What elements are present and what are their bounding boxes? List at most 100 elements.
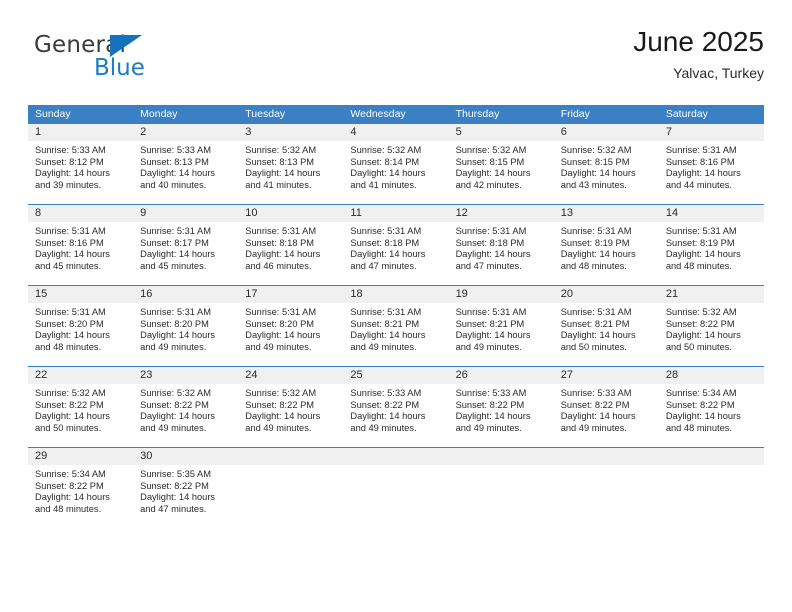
day-details [238, 465, 344, 528]
day-number-band: 4 [343, 124, 449, 141]
day-details: Sunrise: 5:31 AM Sunset: 8:21 PM Dayligh… [553, 303, 659, 366]
day-cell[interactable]: 1 Sunrise: 5:33 AM Sunset: 8:12 PM Dayli… [28, 124, 134, 204]
day-cell[interactable]: 11 Sunrise: 5:31 AM Sunset: 8:18 PM Dayl… [343, 205, 449, 285]
sunset-text: Sunset: 8:19 PM [665, 237, 735, 248]
daylight-text-line1: Daylight: 14 hours [665, 330, 741, 341]
day-cell[interactable]: 27 Sunrise: 5:33 AM Sunset: 8:22 PM Dayl… [553, 367, 659, 447]
day-cell[interactable]: 12 Sunrise: 5:31 AM Sunset: 8:18 PM Dayl… [448, 205, 554, 285]
day-details: Sunrise: 5:31 AM Sunset: 8:17 PM Dayligh… [133, 222, 239, 285]
day-number: 4 [350, 126, 357, 138]
day-cell[interactable]: 29 Sunrise: 5:34 AM Sunset: 8:22 PM Dayl… [28, 448, 134, 528]
day-cell[interactable]: 4 Sunrise: 5:32 AM Sunset: 8:14 PM Dayli… [343, 124, 449, 204]
day-cell[interactable]: 22 Sunrise: 5:32 AM Sunset: 8:22 PM Dayl… [28, 367, 134, 447]
daylight-text-line1: Daylight: 14 hours [140, 168, 216, 179]
day-number: 23 [140, 369, 153, 381]
daylight-text-line1: Daylight: 14 hours [665, 168, 741, 179]
day-cell[interactable]: 14 Sunrise: 5:31 AM Sunset: 8:19 PM Dayl… [658, 205, 764, 285]
day-cell[interactable]: 21 Sunrise: 5:32 AM Sunset: 8:22 PM Dayl… [658, 286, 764, 366]
day-number: 11 [350, 207, 362, 219]
day-number-band: 23 [133, 367, 239, 384]
sunrise-text: Sunrise: 5:35 AM [140, 469, 211, 479]
week-row: 8 Sunrise: 5:31 AM Sunset: 8:16 PM Dayli… [28, 204, 764, 285]
sunrise-text: Sunrise: 5:32 AM [245, 145, 317, 155]
day-details [658, 465, 764, 528]
sunrise-text: Sunrise: 5:31 AM [245, 307, 317, 317]
daylight-text-line1: Daylight: 14 hours [35, 249, 110, 260]
sunset-text: Sunset: 8:16 PM [665, 156, 735, 167]
masthead: General Blue June 2025 Yalvac, Turkey [28, 26, 764, 96]
day-cell[interactable]: 3 Sunrise: 5:32 AM Sunset: 8:13 PM Dayli… [238, 124, 344, 204]
sunrise-text: Sunrise: 5:31 AM [35, 226, 106, 236]
daylight-text-line1: Daylight: 14 hours [350, 249, 426, 260]
day-cell[interactable]: 8 Sunrise: 5:31 AM Sunset: 8:16 PM Dayli… [28, 205, 134, 285]
day-number: 28 [665, 369, 679, 381]
day-details: Sunrise: 5:33 AM Sunset: 8:22 PM Dayligh… [448, 384, 554, 447]
sunrise-text: Sunrise: 5:31 AM [35, 307, 106, 317]
sunset-text: Sunset: 8:22 PM [350, 399, 420, 410]
sunset-text: Sunset: 8:17 PM [140, 237, 209, 248]
sunrise-text: Sunrise: 5:31 AM [560, 307, 632, 317]
day-details: Sunrise: 5:33 AM Sunset: 8:22 PM Dayligh… [343, 384, 449, 447]
sunrise-text: Sunrise: 5:31 AM [455, 307, 527, 317]
day-cell[interactable]: 10 Sunrise: 5:31 AM Sunset: 8:18 PM Dayl… [238, 205, 344, 285]
daylight-text-line1: Daylight: 14 hours [140, 249, 216, 260]
day-cell[interactable]: 20 Sunrise: 5:31 AM Sunset: 8:21 PM Dayl… [553, 286, 659, 366]
page-subtitle: Yalvac, Turkey [673, 65, 764, 82]
day-cell[interactable]: 13 Sunrise: 5:31 AM Sunset: 8:19 PM Dayl… [553, 205, 659, 285]
week-row: 22 Sunrise: 5:32 AM Sunset: 8:22 PM Dayl… [28, 366, 764, 447]
day-cell[interactable]: 17 Sunrise: 5:31 AM Sunset: 8:20 PM Dayl… [238, 286, 344, 366]
day-cell[interactable]: 18 Sunrise: 5:31 AM Sunset: 8:21 PM Dayl… [343, 286, 449, 366]
day-cell[interactable]: 25 Sunrise: 5:33 AM Sunset: 8:22 PM Dayl… [343, 367, 449, 447]
day-details: Sunrise: 5:32 AM Sunset: 8:13 PM Dayligh… [238, 141, 344, 204]
day-cell[interactable]: 6 Sunrise: 5:32 AM Sunset: 8:15 PM Dayli… [553, 124, 659, 204]
day-number-band: 12 [448, 205, 554, 222]
daylight-text-line1: Daylight: 14 hours [245, 411, 321, 422]
day-cell[interactable]: 28 Sunrise: 5:34 AM Sunset: 8:22 PM Dayl… [658, 367, 764, 447]
sunset-text: Sunset: 8:20 PM [245, 318, 315, 329]
general-blue-logo[interactable]: General Blue [34, 34, 184, 90]
day-cell[interactable]: 2 Sunrise: 5:33 AM Sunset: 8:13 PM Dayli… [133, 124, 239, 204]
day-cell[interactable]: 19 Sunrise: 5:31 AM Sunset: 8:21 PM Dayl… [448, 286, 554, 366]
day-details: Sunrise: 5:32 AM Sunset: 8:22 PM Dayligh… [658, 303, 764, 366]
sunset-text: Sunset: 8:22 PM [455, 399, 525, 410]
day-details: Sunrise: 5:32 AM Sunset: 8:22 PM Dayligh… [28, 384, 134, 447]
day-cell[interactable]: 15 Sunrise: 5:31 AM Sunset: 8:20 PM Dayl… [28, 286, 134, 366]
daylight-text-line1: Daylight: 14 hours [35, 330, 110, 341]
day-details: Sunrise: 5:31 AM Sunset: 8:19 PM Dayligh… [553, 222, 659, 285]
day-cell[interactable]: 26 Sunrise: 5:33 AM Sunset: 8:22 PM Dayl… [448, 367, 554, 447]
day-cell[interactable]: 24 Sunrise: 5:32 AM Sunset: 8:22 PM Dayl… [238, 367, 344, 447]
day-number-band: 18 [343, 286, 449, 303]
day-cell[interactable]: 9 Sunrise: 5:31 AM Sunset: 8:17 PM Dayli… [133, 205, 239, 285]
day-details: Sunrise: 5:31 AM Sunset: 8:18 PM Dayligh… [448, 222, 554, 285]
daylight-text-line1: Daylight: 14 hours [350, 168, 426, 179]
day-cell[interactable]: 5 Sunrise: 5:32 AM Sunset: 8:15 PM Dayli… [448, 124, 554, 204]
day-cell[interactable]: 23 Sunrise: 5:32 AM Sunset: 8:22 PM Dayl… [133, 367, 239, 447]
day-details: Sunrise: 5:33 AM Sunset: 8:22 PM Dayligh… [553, 384, 659, 447]
day-number-band: 27 [553, 367, 659, 384]
daylight-text-line2: and 48 minutes. [35, 503, 102, 514]
day-cell[interactable]: 7 Sunrise: 5:31 AM Sunset: 8:16 PM Dayli… [658, 124, 764, 204]
day-number: 22 [35, 369, 48, 381]
day-number: 20 [560, 288, 573, 300]
day-cell[interactable]: 30 Sunrise: 5:35 AM Sunset: 8:22 PM Dayl… [133, 448, 239, 528]
weekday-header-monday: Monday [140, 108, 178, 120]
day-details [553, 465, 659, 528]
day-cell[interactable]: 16 Sunrise: 5:31 AM Sunset: 8:20 PM Dayl… [133, 286, 239, 366]
day-details [448, 465, 554, 528]
day-number-band: 21 [658, 286, 764, 303]
daylight-text-line2: and 50 minutes. [665, 341, 732, 352]
sunset-text: Sunset: 8:20 PM [140, 318, 209, 329]
weekday-header-tuesday: Tuesday [245, 108, 286, 120]
day-number-band: 26 [448, 367, 554, 384]
calendar-grid: Sunday Monday Tuesday Wednesday Thursday… [28, 105, 764, 528]
sunset-text: Sunset: 8:22 PM [245, 399, 315, 410]
day-details: Sunrise: 5:31 AM Sunset: 8:18 PM Dayligh… [238, 222, 344, 285]
day-number: 12 [455, 207, 468, 219]
sunrise-text: Sunrise: 5:32 AM [560, 145, 632, 155]
daylight-text-line2: and 47 minutes. [350, 260, 417, 271]
weekday-header-friday: Friday [560, 108, 590, 120]
sunrise-text: Sunrise: 5:31 AM [350, 307, 422, 317]
day-number-band: 24 [238, 367, 344, 384]
daylight-text-line2: and 43 minutes. [560, 179, 627, 190]
title-block: June 2025 Yalvac, Turkey [633, 26, 764, 81]
